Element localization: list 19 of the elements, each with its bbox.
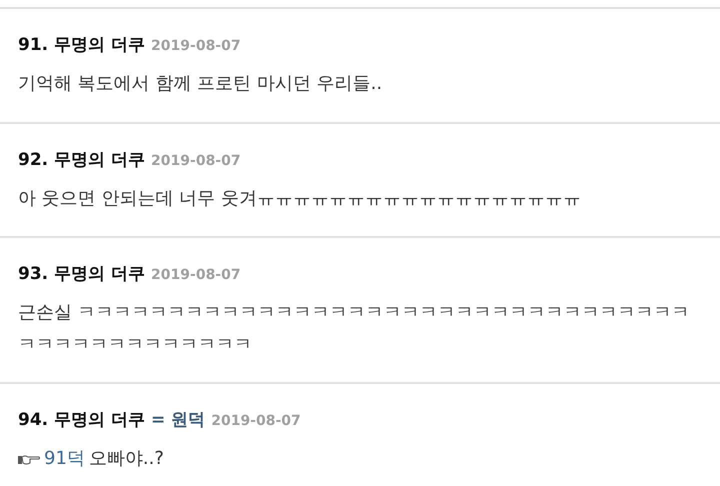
comment-date: 2019-08-07 xyxy=(151,38,241,54)
pointing-hand-icon xyxy=(18,452,40,465)
author-name: 무명의 더쿠 xyxy=(54,148,146,170)
comment-date: 2019-08-07 xyxy=(151,152,241,168)
comment-number: 92. xyxy=(18,150,48,170)
comment-number: 93. xyxy=(18,264,48,284)
author-name: 무명의 더쿠 xyxy=(54,409,146,431)
comment-text: 아 웃으면 안되는데 너무 웃겨ㅠㅠㅠㅠㅠㅠㅠㅠㅠㅠㅠㅠㅠㅠㅠㅠㅠㅠ xyxy=(18,186,581,210)
comment-date: 2019-08-07 xyxy=(151,267,241,283)
comment-text: 기억해 복도에서 함께 프로틴 마시던 우리들.. xyxy=(18,72,382,96)
reply-link[interactable]: 91덕 xyxy=(44,446,85,470)
comment-date: 2019-08-07 xyxy=(211,413,301,429)
comment-number: 91. xyxy=(18,35,48,55)
comment-text: 오빠야..? xyxy=(88,447,164,471)
author-alias[interactable]: = 원덕 xyxy=(151,408,206,431)
author-name: 무명의 더쿠 xyxy=(54,263,146,285)
comment-text: 근손실 ㅋㅋㅋㅋㅋㅋㅋㅋㅋㅋㅋㅋㅋㅋㅋㅋㅋㅋㅋㅋㅋㅋㅋㅋㅋㅋㅋㅋㅋㅋㅋㅋㅋㅋㅋㅋㅋㅋㅋㅋㅋㅋㅋㅋㅋㅋㅋ xyxy=(18,301,691,356)
comment-number: 94. xyxy=(18,410,48,430)
author-name: 무명의 더쿠 xyxy=(54,34,146,56)
